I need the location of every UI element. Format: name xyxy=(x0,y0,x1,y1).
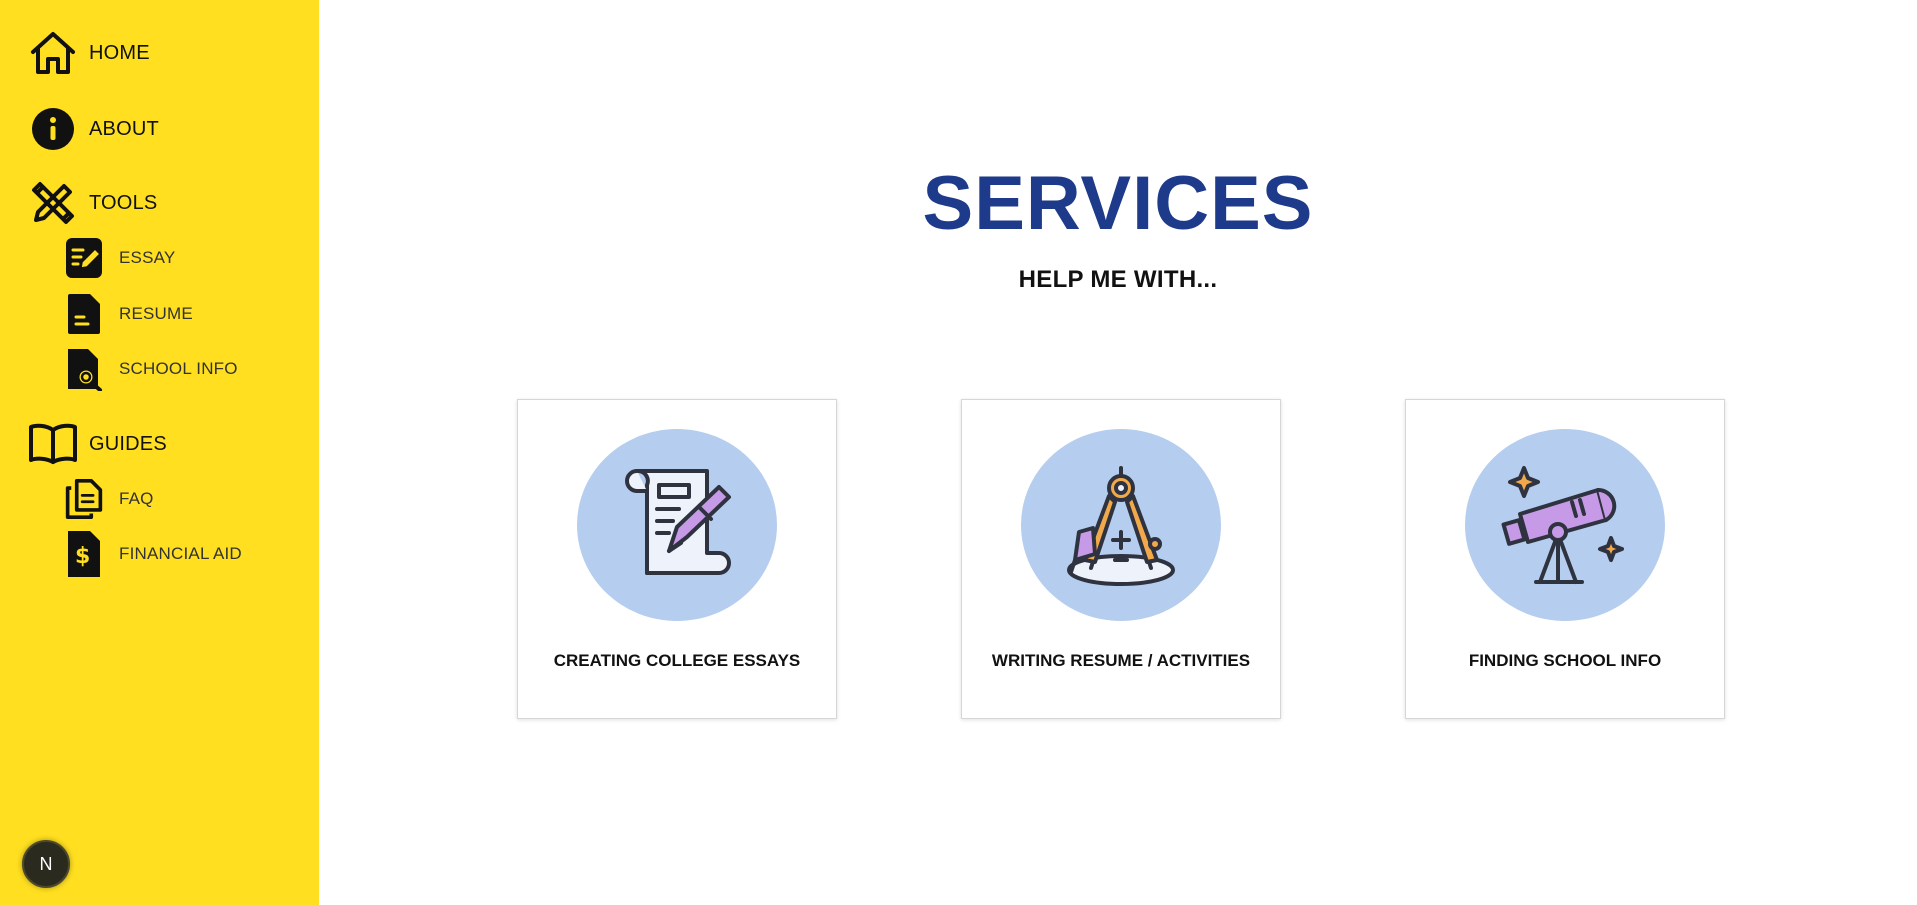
compass-pencil-icon xyxy=(1067,466,1175,586)
nav-faq-label: FAQ xyxy=(119,489,154,508)
service-card-resume[interactable]: WRITING RESUME / ACTIVITIES xyxy=(961,399,1281,719)
copy-documents-icon xyxy=(64,477,104,521)
book-icon xyxy=(28,421,78,467)
tools-icon xyxy=(28,180,78,226)
nav-financial-aid-label: FINANCIAL AID xyxy=(119,544,242,563)
card-illustration xyxy=(1465,429,1665,621)
dollar-document-icon: $ xyxy=(64,531,104,577)
service-card-label: FINDING SCHOOL INFO xyxy=(1468,651,1662,670)
essay-scroll-pen-icon xyxy=(625,469,731,575)
service-card-school-info[interactable]: FINDING SCHOOL INFO xyxy=(1405,399,1725,719)
svg-text:$: $ xyxy=(75,544,90,569)
dev-badge[interactable]: N xyxy=(22,840,70,888)
nav-faq[interactable]: FAQ xyxy=(64,477,154,521)
nav-about-label: ABOUT xyxy=(89,117,159,140)
service-card-essays[interactable]: CREATING COLLEGE ESSAYS xyxy=(517,399,837,719)
service-card-label: WRITING RESUME / ACTIVITIES xyxy=(991,651,1251,670)
nav-about[interactable]: ABOUT xyxy=(28,106,159,152)
nav-school-info[interactable]: SCHOOL INFO xyxy=(64,347,238,391)
dev-badge-letter: N xyxy=(39,853,53,874)
service-card-label: CREATING COLLEGE ESSAYS xyxy=(553,651,801,670)
info-icon xyxy=(28,106,78,152)
nav-financial-aid[interactable]: $ FINANCIAL AID xyxy=(64,531,242,577)
nav-resume[interactable]: RESUME xyxy=(64,292,193,336)
nav-resume-label: RESUME xyxy=(119,304,193,323)
nav-guides-label: GUIDES xyxy=(89,432,167,455)
card-illustration xyxy=(1021,429,1221,621)
document-search-icon xyxy=(64,347,104,391)
nav-essay-label: ESSAY xyxy=(119,248,176,267)
essay-edit-icon xyxy=(64,236,104,280)
nav-tools-label: TOOLS xyxy=(89,191,158,214)
nav-essay[interactable]: ESSAY xyxy=(64,236,175,280)
telescope-icon xyxy=(1501,466,1624,584)
card-illustration xyxy=(577,429,777,621)
sidebar: HOME ABOUT TOOLS ESSAY RESUME SCHOOL INF… xyxy=(0,0,319,905)
page-subtitle: HELP ME WITH... xyxy=(1018,266,1218,293)
nav-home-label: HOME xyxy=(89,41,150,64)
page-title: SERVICES xyxy=(922,161,1314,246)
nav-home[interactable]: HOME xyxy=(28,30,150,76)
document-icon xyxy=(64,292,104,336)
nav-tools[interactable]: TOOLS xyxy=(28,180,157,226)
nav-guides[interactable]: GUIDES xyxy=(28,421,167,467)
home-icon xyxy=(28,30,78,76)
nav-school-info-label: SCHOOL INFO xyxy=(119,359,238,378)
